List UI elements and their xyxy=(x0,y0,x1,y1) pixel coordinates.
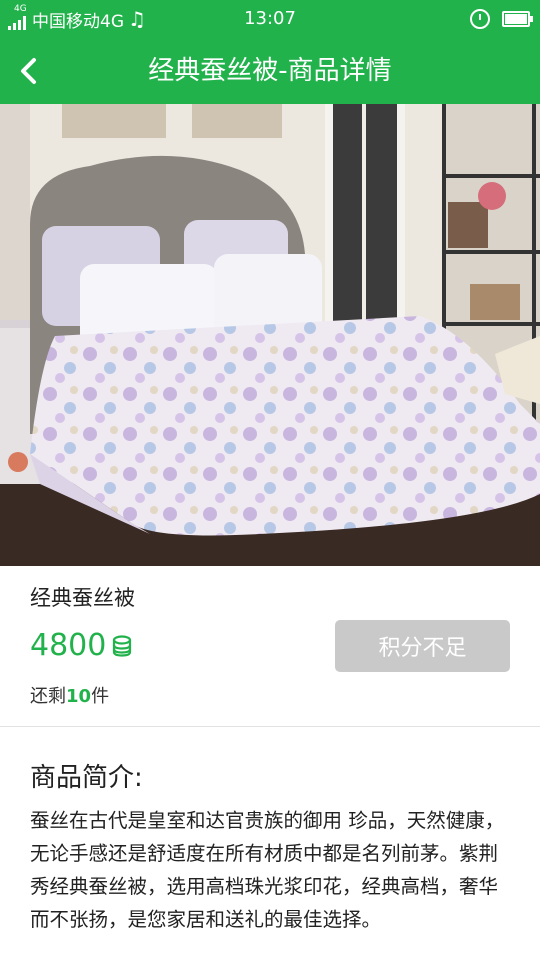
product-info: 经典蚕丝被 4800 还剩10件 积分不足 xyxy=(0,566,540,726)
stock-count: 10 xyxy=(66,686,92,707)
product-description: 商品简介: 蚕丝在古代是皇室和达官贵族的御用 珍品，天然健康，无论手感还是舒适度… xyxy=(0,727,540,960)
alarm-icon xyxy=(470,9,490,29)
product-image xyxy=(0,104,540,566)
stock-prefix: 还剩 xyxy=(30,686,66,707)
redeem-button[interactable]: 积分不足 xyxy=(335,620,510,672)
chevron-left-icon xyxy=(21,58,36,84)
coin-stack-icon xyxy=(113,634,132,657)
status-right xyxy=(470,0,533,38)
status-bar: 4G 中国移动4G ♫ 13:07 xyxy=(0,0,540,38)
price-value: 4800 xyxy=(30,628,107,663)
battery-icon xyxy=(502,11,533,27)
stock-suffix: 件 xyxy=(91,686,110,707)
product-name: 经典蚕丝被 xyxy=(30,586,135,610)
stock-info: 还剩10件 xyxy=(30,682,109,708)
product-photo xyxy=(0,104,540,566)
back-button[interactable] xyxy=(6,48,52,94)
price-row: 4800 xyxy=(30,628,132,663)
status-time: 13:07 xyxy=(244,8,296,29)
title-bar: 经典蚕丝被-商品详情 xyxy=(0,38,540,104)
description-body: 蚕丝在古代是皇室和达官贵族的御用 珍品，天然健康，无论手感还是舒适度在所有材质中… xyxy=(30,809,505,931)
description-title: 商品简介: xyxy=(30,763,143,793)
page-title: 经典蚕丝被-商品详情 xyxy=(148,56,392,86)
